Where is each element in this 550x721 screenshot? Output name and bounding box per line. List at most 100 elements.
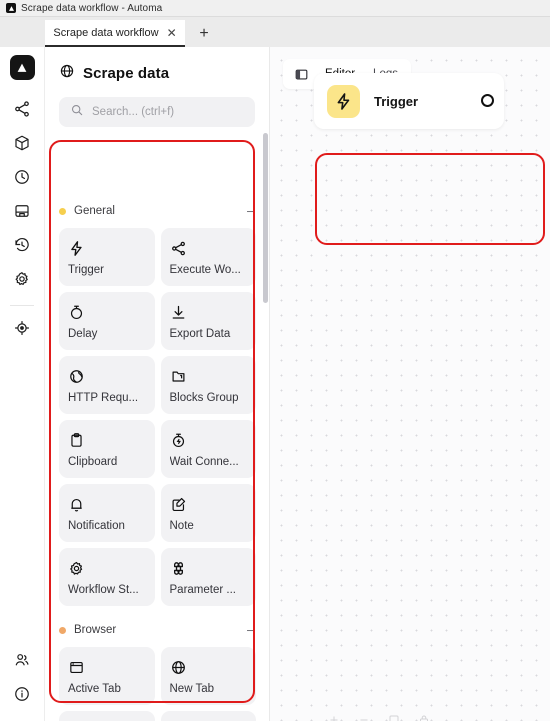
block-card-new-tab[interactable]: New Tab: [160, 647, 256, 705]
zoom-in-icon[interactable]: [328, 713, 342, 721]
download-icon: [170, 301, 248, 323]
block-card-note[interactable]: Note: [160, 484, 256, 542]
block-card-clipboard[interactable]: Clipboard: [59, 420, 155, 478]
group-color-dot: [59, 207, 66, 215]
node-label: Trigger: [374, 93, 419, 109]
blocks-scroll-area[interactable]: General − Trigger Execute Wo... Delay Ex…: [45, 187, 269, 721]
block-card-new-window[interactable]: New Window: [160, 711, 256, 721]
automa-logo-icon: [6, 3, 16, 13]
block-group-label: Browser: [74, 624, 117, 636]
block-label: Parameter ...: [169, 584, 236, 596]
block-label: Workflow St...: [68, 584, 139, 596]
block-card-wait-connections[interactable]: Wait Conne...: [160, 420, 256, 478]
gear-icon: [68, 557, 146, 579]
block-card-workflow-state[interactable]: Workflow St...: [59, 548, 155, 606]
canvas-controls: [328, 713, 432, 721]
workflow-node-trigger[interactable]: Trigger: [314, 73, 504, 129]
sidebar-item-settings[interactable]: [7, 264, 37, 298]
block-label: Wait Conne...: [169, 456, 239, 468]
block-card-trigger[interactable]: Trigger: [59, 228, 155, 286]
browser-window-icon: [68, 656, 146, 678]
close-icon[interactable]: ✕: [167, 27, 177, 39]
sidebar-item-storage[interactable]: [7, 196, 37, 230]
block-card-parameter[interactable]: Parameter ...: [160, 548, 256, 606]
stopwatch-bolt-icon: [170, 429, 248, 451]
folder-group-icon: [170, 365, 248, 387]
sidebar-rail: [0, 47, 45, 721]
tab-label: Scrape data workflow: [53, 26, 159, 39]
sidebar-item-workflows[interactable]: [7, 94, 37, 128]
block-card-switch-tab[interactable]: Switch Tab: [59, 711, 155, 721]
page-title: Scrape data: [83, 65, 170, 82]
block-label: Trigger: [68, 264, 104, 276]
info-circle-icon: [13, 685, 31, 708]
sidebar-item-team[interactable]: [7, 645, 37, 679]
rail-divider: [10, 305, 34, 306]
block-grid-browser: Active Tab New Tab Switch Tab: [59, 647, 256, 721]
gear-icon: [13, 270, 31, 293]
globe-icon: [170, 656, 248, 678]
panel-toggle-icon[interactable]: [287, 59, 316, 89]
workflow-nodes-icon: [170, 237, 248, 259]
blocks-panel: Scrape data General −: [45, 47, 270, 721]
sidebar-item-history[interactable]: [7, 230, 37, 264]
rail-bottom-group: [7, 645, 37, 721]
block-group-header-browser[interactable]: Browser −: [59, 616, 256, 644]
block-label: Delay: [68, 328, 98, 340]
globe-icon: [68, 365, 146, 387]
history-clock-icon: [13, 236, 31, 259]
panel-header: Scrape data: [45, 47, 269, 84]
block-group-header-general[interactable]: General −: [59, 197, 256, 225]
search-wrapper: [45, 84, 269, 127]
package-cube-icon: [13, 134, 31, 157]
block-card-http-request[interactable]: HTTP Requ...: [59, 356, 155, 414]
block-label: Export Data: [169, 328, 231, 340]
block-label: HTTP Requ...: [68, 392, 139, 404]
lightning-bolt-icon: [327, 84, 360, 118]
clipboard-icon: [68, 429, 146, 451]
block-card-delay[interactable]: Delay: [59, 292, 155, 350]
workflow-canvas[interactable]: Editor Logs Trigger: [270, 47, 550, 721]
browser-tabstrip: Scrape data workflow ✕ +: [0, 17, 550, 47]
block-label: Active Tab: [68, 683, 121, 695]
command-icon: [170, 557, 248, 579]
window-title: Scrape data workflow - Automa: [21, 2, 163, 14]
lightning-bolt-icon: [68, 237, 146, 259]
search-box[interactable]: [59, 97, 255, 127]
block-group-label: General: [74, 205, 115, 217]
zoom-out-icon[interactable]: [358, 713, 372, 721]
block-card-active-tab[interactable]: Active Tab: [59, 647, 155, 705]
sidebar-item-about[interactable]: [7, 679, 37, 713]
stopwatch-icon: [68, 301, 146, 323]
note-edit-icon: [170, 493, 248, 515]
clock-icon: [13, 168, 31, 191]
sidebar-item-recording[interactable]: [7, 313, 37, 347]
block-label: Notification: [68, 520, 125, 532]
sidebar-item-schedule[interactable]: [7, 162, 37, 196]
fit-view-icon[interactable]: [388, 713, 402, 721]
block-label: Execute Wo...: [169, 264, 241, 276]
drive-icon: [13, 202, 31, 225]
lock-icon[interactable]: [418, 713, 432, 721]
crosshair-icon: [13, 319, 31, 342]
block-card-export-data[interactable]: Export Data: [160, 292, 256, 350]
tab-scrape-data-workflow[interactable]: Scrape data workflow ✕: [45, 20, 185, 47]
output-handle[interactable]: [481, 94, 494, 107]
sidebar-item-packages[interactable]: [7, 128, 37, 162]
add-tab-button[interactable]: +: [194, 24, 214, 44]
search-input[interactable]: [92, 106, 244, 118]
automa-logo-icon[interactable]: [9, 55, 35, 80]
users-icon: [13, 651, 31, 674]
block-label: Blocks Group: [169, 392, 239, 404]
window-titlebar: Scrape data workflow - Automa: [0, 0, 550, 17]
block-card-notification[interactable]: Notification: [59, 484, 155, 542]
workflow-nodes-icon: [13, 100, 31, 123]
block-grid-general: Trigger Execute Wo... Delay Export Data …: [59, 228, 256, 606]
search-icon: [70, 103, 84, 122]
block-card-blocks-group[interactable]: Blocks Group: [160, 356, 256, 414]
collapse-icon[interactable]: −: [246, 624, 256, 637]
collapse-icon[interactable]: −: [246, 205, 256, 218]
block-card-execute-workflow[interactable]: Execute Wo...: [160, 228, 256, 286]
panel-scrollbar[interactable]: [263, 133, 268, 303]
block-label: Note: [169, 520, 194, 532]
